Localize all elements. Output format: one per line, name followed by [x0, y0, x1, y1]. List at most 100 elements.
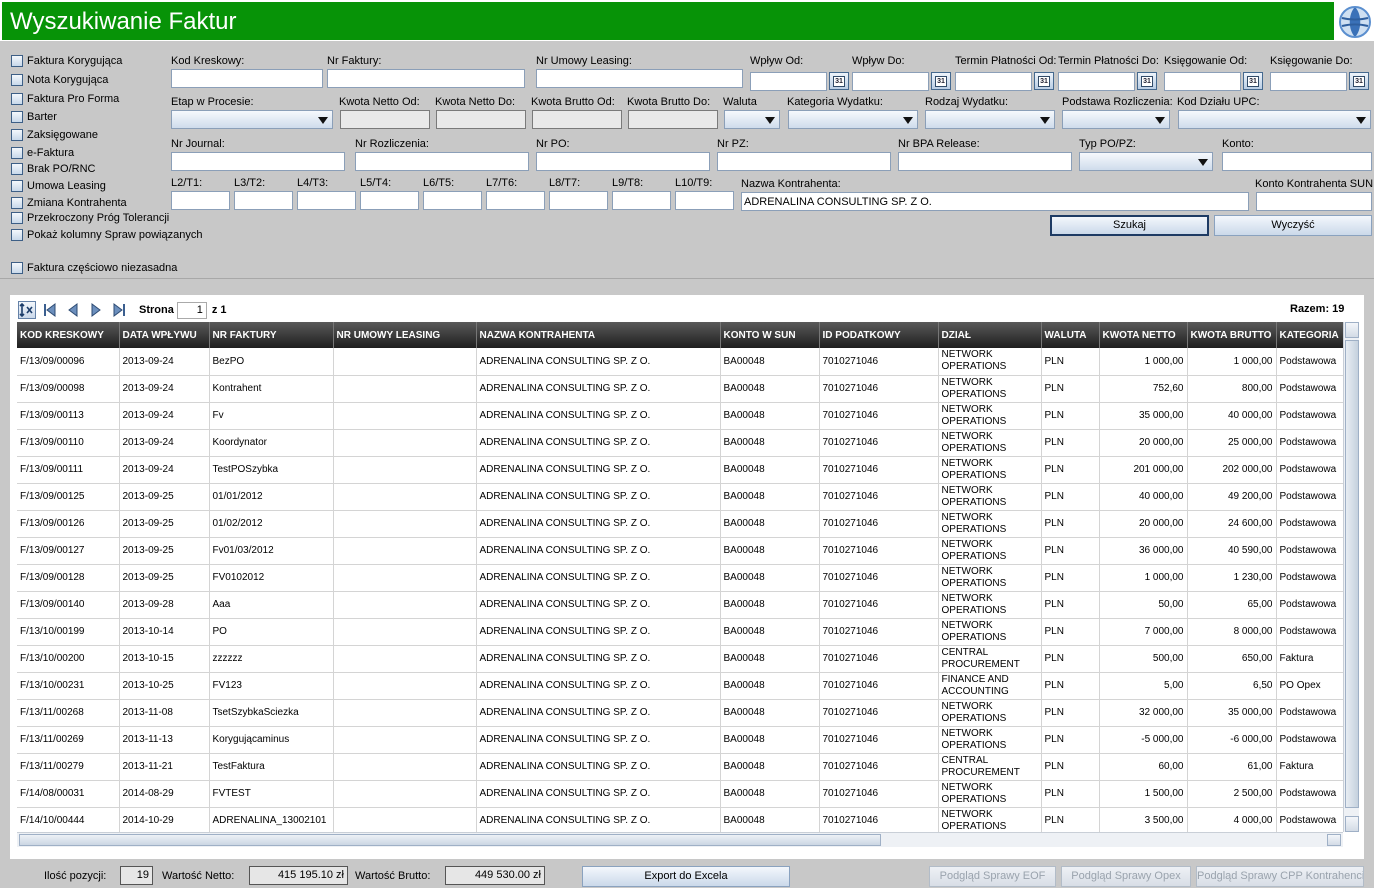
checkbox-box[interactable] [11, 129, 23, 141]
nr-po-input[interactable] [536, 152, 710, 171]
termin-od-input[interactable] [955, 72, 1032, 91]
nr-rozliczenia-input[interactable] [355, 152, 529, 171]
kwota-netto-od-input[interactable] [340, 110, 430, 129]
vertical-scrollbar[interactable] [1343, 322, 1359, 832]
column-header[interactable]: KWOTA BRUTTO [1187, 322, 1277, 348]
calendar-icon[interactable]: 31 [1137, 72, 1157, 90]
column-header[interactable]: KWOTA NETTO [1099, 322, 1188, 348]
checkbox-faktura-pro-forma[interactable]: Faktura Pro Forma [11, 91, 119, 107]
scroll-up-icon[interactable] [1345, 322, 1359, 338]
konto-sun-input[interactable] [1256, 192, 1372, 211]
scroll-thumb[interactable] [1345, 340, 1359, 808]
l6-input[interactable] [423, 191, 482, 210]
kod-dzialu-dropdown[interactable] [1178, 110, 1371, 129]
table-row[interactable]: F/13/09/00126 2013-09-25 01/02/2012 ADRENAL… [17, 510, 1343, 538]
l5-input[interactable] [360, 191, 419, 210]
table-row[interactable]: F/13/09/00140 2013-09-28 Aaa ADRENALINA CON… [17, 591, 1343, 619]
l3-input[interactable] [234, 191, 293, 210]
cpp-preview-button[interactable]: Podgląd Sprawy CPP Kontrahenci [1196, 866, 1364, 887]
horizontal-scrollbar[interactable] [17, 832, 1343, 847]
rodzaj-dropdown[interactable] [925, 110, 1055, 129]
column-header[interactable]: KOD KRESKOWY [17, 322, 120, 348]
termin-do-input[interactable] [1058, 72, 1135, 91]
l4-input[interactable] [297, 191, 356, 210]
export-excel-button[interactable]: Export do Excela [582, 866, 790, 887]
l7-input[interactable] [486, 191, 545, 210]
wplyw-od-input[interactable] [750, 72, 827, 91]
checkbox-box[interactable] [11, 229, 23, 241]
waluta-dropdown[interactable] [724, 110, 780, 129]
calendar-icon[interactable]: 31 [1243, 72, 1263, 90]
column-select-icon[interactable] [18, 301, 36, 319]
clear-button[interactable]: Wyczyść [1214, 215, 1372, 236]
hscroll-thumb[interactable] [19, 834, 881, 846]
nr-bpa-input[interactable] [898, 152, 1072, 171]
checkbox-umowa-leasing[interactable]: Umowa Leasing [11, 178, 106, 194]
checkbox-e-faktura[interactable]: e-Faktura [11, 145, 74, 161]
podstawa-dropdown[interactable] [1062, 110, 1170, 129]
checkbox-box[interactable] [11, 74, 23, 86]
table-row[interactable]: F/14/10/00444 2014-10-29 ADRENALINA_130021… [17, 807, 1343, 832]
kwota-netto-do-input[interactable] [436, 110, 526, 129]
table-row[interactable]: F/13/09/00096 2013-09-24 BezPO ADRENALINA C… [17, 348, 1343, 376]
calendar-icon[interactable]: 31 [1349, 72, 1369, 90]
table-row[interactable]: F/13/09/00113 2013-09-24 Fv ADRENALINA CONS… [17, 402, 1343, 430]
prev-page-icon[interactable] [64, 301, 82, 319]
table-row[interactable]: F/13/10/00200 2013-10-15 zzzzzz ADRENALINA … [17, 645, 1343, 673]
table-row[interactable]: F/13/09/00125 2013-09-25 01/01/2012 ADRENAL… [17, 483, 1343, 511]
opex-preview-button[interactable]: Podgląd Sprawy Opex [1061, 866, 1191, 887]
page-number-input[interactable]: 1 [176, 301, 207, 319]
first-page-icon[interactable] [41, 301, 59, 319]
nazwa-kontrahenta-input[interactable]: ADRENALINA CONSULTING SP. Z O. [741, 192, 1249, 211]
last-page-icon[interactable] [110, 301, 128, 319]
nr-faktury-input[interactable] [327, 69, 525, 88]
table-row[interactable]: F/13/10/00199 2013-10-14 PO ADRENALINA CONS… [17, 618, 1343, 646]
table-row[interactable]: F/13/09/00127 2013-09-25 Fv01/03/2012 ADREN… [17, 537, 1343, 565]
konto-input[interactable] [1222, 152, 1372, 171]
kategoria-dropdown[interactable] [788, 110, 918, 129]
checkbox-pokaz-kolumny[interactable]: Pokaż kolumny Spraw powiązanych [11, 227, 202, 243]
checkbox-zmiana-kontrahenta[interactable]: Zmiana Kontrahenta [11, 195, 127, 211]
checkbox-box[interactable] [11, 212, 23, 224]
checkbox-box[interactable] [11, 147, 23, 159]
kod-kreskowy-input[interactable] [171, 69, 323, 88]
wplyw-do-input[interactable] [852, 72, 929, 91]
column-header[interactable]: DATA WPŁYWU [119, 322, 210, 348]
checkbox-faktura-czesciowo[interactable]: Faktura częściowo niezasadna [11, 260, 177, 276]
checkbox-box[interactable] [11, 55, 23, 67]
kwota-brutto-od-input[interactable] [532, 110, 622, 129]
checkbox-box[interactable] [11, 93, 23, 105]
ksiegowanie-od-input[interactable] [1164, 72, 1241, 91]
scroll-down-icon[interactable] [1345, 816, 1359, 832]
l2-input[interactable] [171, 191, 230, 210]
table-row[interactable]: F/13/10/00231 2013-10-25 FV123 ADRENALINA C… [17, 672, 1343, 700]
nr-journal-input[interactable] [171, 152, 345, 171]
column-header[interactable]: ID PODATKOWY [819, 322, 939, 348]
checkbox-box[interactable] [11, 262, 23, 274]
table-row[interactable]: F/13/11/00269 2013-11-13 Korygującaminus AD… [17, 726, 1343, 754]
checkbox-faktura-korygujaca[interactable]: Faktura Korygująca [11, 53, 122, 69]
column-header[interactable]: KATEGORIA [1276, 322, 1343, 348]
checkbox-box[interactable] [11, 111, 23, 123]
column-header[interactable]: NR UMOWY LEASING [333, 322, 477, 348]
search-button[interactable]: Szukaj [1050, 215, 1209, 236]
nr-umowy-leasing-input[interactable] [536, 69, 743, 88]
column-header[interactable]: NAZWA KONTRAHENTA [476, 322, 721, 348]
checkbox-przekroczony-prog[interactable]: Przekroczony Próg Tolerancji [11, 210, 169, 226]
calendar-icon[interactable]: 31 [829, 72, 849, 90]
table-row[interactable]: F/13/11/00279 2013-11-21 TestFaktura ADRENA… [17, 753, 1343, 781]
typ-po-pz-dropdown[interactable] [1079, 152, 1213, 171]
column-header[interactable]: KONTO W SUN [720, 322, 820, 348]
checkbox-barter[interactable]: Barter [11, 109, 57, 125]
ksiegowanie-do-input[interactable] [1270, 72, 1347, 91]
l8-input[interactable] [549, 191, 608, 210]
column-header[interactable]: WALUTA [1041, 322, 1100, 348]
table-row[interactable]: F/13/11/00268 2013-11-08 TsetSzybkaSciezka… [17, 699, 1343, 727]
checkbox-box[interactable] [11, 180, 23, 192]
checkbox-brak-po-rnc[interactable]: Brak PO/RNC [11, 161, 95, 177]
l10-input[interactable] [675, 191, 734, 210]
table-row[interactable]: F/13/09/00098 2013-09-24 Kontrahent ADRENAL… [17, 375, 1343, 403]
checkbox-box[interactable] [11, 163, 23, 175]
calendar-icon[interactable]: 31 [1034, 72, 1054, 90]
nr-pz-input[interactable] [717, 152, 891, 171]
